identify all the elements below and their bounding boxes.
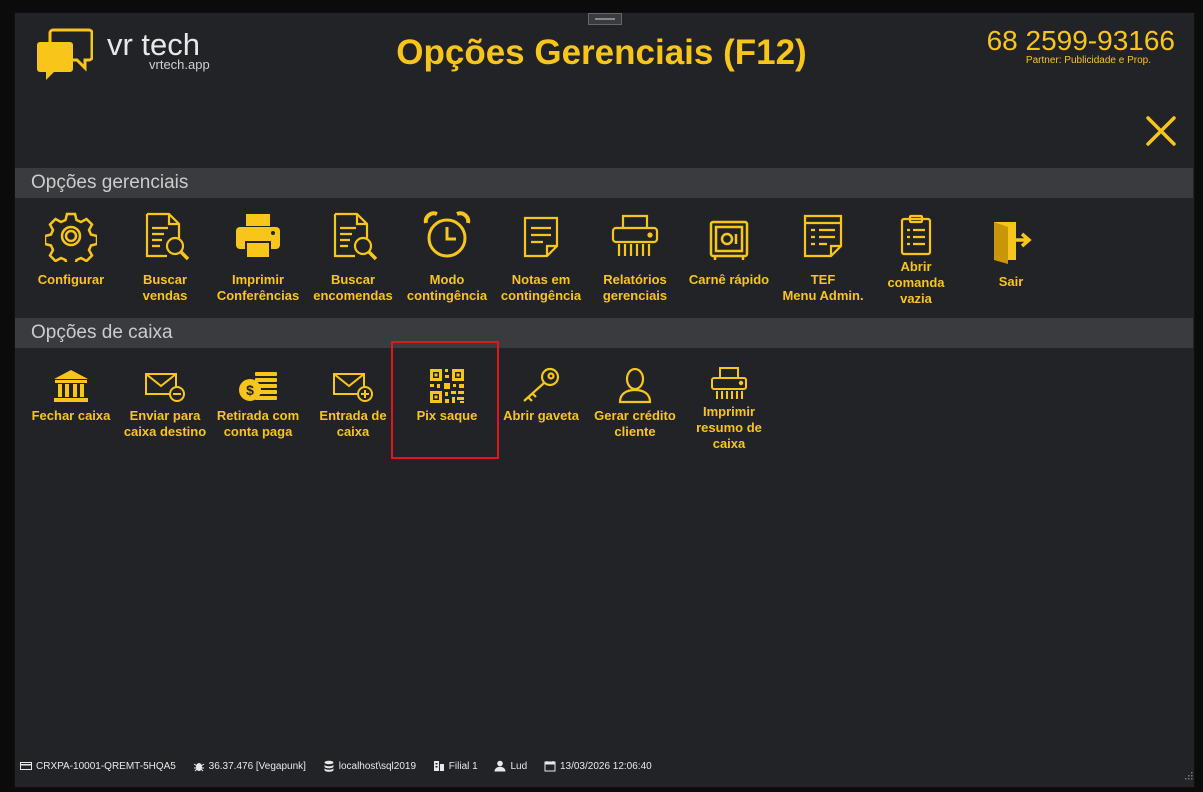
tile-label: Configurar [37, 272, 105, 287]
document-search-icon [145, 212, 190, 261]
coins-icon: $ [239, 372, 277, 401]
tile-label: Buscar encomendas [313, 272, 393, 303]
close-cashier-button[interactable]: Fechar caixa [24, 368, 118, 424]
tile-label: Carnê rápido [688, 272, 770, 287]
tile-label: Abrir comanda vazia [887, 259, 945, 306]
calendar-icon [544, 761, 556, 772]
status-datetime: 13/03/2026 12:06:40 [544, 758, 652, 776]
tile-label: Notas em contingência [500, 272, 582, 303]
document-search-icon [333, 212, 378, 261]
tef-admin-menu-button[interactable]: TEF Menu Admin. [776, 210, 870, 304]
partner-label: Partner: Publicidade e Prop. [1025, 55, 1151, 66]
key-icon [523, 367, 560, 402]
search-orders-button[interactable]: Buscar encomendas [306, 210, 400, 304]
open-empty-order-button[interactable]: Abrir comanda vazia [869, 214, 963, 307]
section-header-cashier: Opções de caixa [15, 318, 1193, 348]
svg-text:$: $ [246, 382, 254, 398]
status-terminal: CRXPA-10001-QREMT-5HQA5 [20, 758, 176, 776]
mail-plus-icon [333, 373, 373, 402]
tile-label: Entrada de caixa [319, 408, 387, 439]
tile-label: Imprimir resumo de caixa [696, 404, 762, 451]
gear-icon [45, 212, 97, 262]
statusbar: CRXPA-10001-QREMT-5HQA5 36.37.476 [Vegap… [20, 758, 666, 776]
datetime-text: 13/03/2026 12:06:40 [559, 761, 652, 772]
bug-icon [193, 763, 204, 772]
tile-label: Imprimir Conferências [216, 272, 300, 303]
exit-button[interactable]: Sair [964, 218, 1058, 290]
person-icon [494, 760, 506, 772]
print-cashier-summary-button[interactable]: Imprimir resumo de caixa [682, 366, 776, 452]
tile-label: Relatórios gerenciais [602, 272, 668, 303]
mail-minus-icon [145, 373, 185, 402]
building-icon [433, 761, 444, 771]
status-version: 36.37.476 [Vegapunk] [193, 758, 306, 776]
tile-label: Gerar crédito cliente [594, 408, 676, 439]
search-sales-button[interactable]: Buscar vendas [118, 210, 212, 304]
user-text: Lud [510, 761, 528, 772]
safe-icon [709, 220, 749, 260]
shredder-printer-icon [611, 214, 659, 256]
paid-account-withdrawal-button[interactable]: $ Retirada com conta paga [211, 368, 305, 440]
partner-phone: 68 2599-93166 [986, 25, 1175, 56]
tile-label: Sair [998, 274, 1024, 289]
pix-withdrawal-button[interactable]: Pix saque [400, 368, 494, 424]
send-to-destination-cashier-button[interactable]: Enviar para caixa destino [118, 368, 212, 440]
configure-button[interactable]: Configurar [24, 210, 118, 288]
database-text: localhost\sql2019 [338, 761, 417, 772]
tile-label: Enviar para caixa destino [123, 408, 207, 439]
open-drawer-button[interactable]: Abrir gaveta [494, 366, 588, 424]
list-document-icon [803, 214, 843, 258]
window-drag-handle[interactable] [588, 13, 622, 25]
notes-icon [523, 216, 559, 258]
tile-label: Modo contingência [406, 272, 488, 303]
status-branch: Filial 1 [433, 758, 478, 776]
card-icon [20, 762, 32, 770]
tile-label: Abrir gaveta [503, 408, 579, 423]
print-conferences-button[interactable]: Imprimir Conferências [211, 210, 305, 304]
user-icon [618, 367, 652, 404]
branch-text: Filial 1 [448, 761, 478, 772]
cash-entry-button[interactable]: Entrada de caixa [306, 368, 400, 440]
status-database: localhost\sql2019 [323, 758, 416, 776]
qr-code-icon [430, 369, 464, 403]
printer-icon [236, 214, 280, 259]
shredder-printer-icon [711, 367, 747, 399]
contingency-notes-button[interactable]: Notas em contingência [494, 210, 588, 304]
tile-label: Pix saque [416, 408, 478, 423]
tile-label: TEF Menu Admin. [782, 272, 864, 303]
terminal-id: CRXPA-10001-QREMT-5HQA5 [36, 761, 176, 772]
section-header-management: Opções gerenciais [15, 168, 1193, 198]
alarm-clock-icon [423, 211, 471, 258]
tile-label: Fechar caixa [31, 408, 111, 423]
generate-client-credit-button[interactable]: Gerar crédito cliente [588, 366, 682, 440]
exit-door-icon [994, 222, 1032, 264]
clipboard-icon [900, 214, 932, 256]
bank-icon [54, 370, 88, 402]
contingency-mode-button[interactable]: Modo contingência [400, 210, 494, 304]
close-icon[interactable] [1143, 113, 1179, 149]
status-user: Lud [494, 758, 527, 776]
database-icon [324, 760, 334, 772]
resize-grip-icon[interactable] [1183, 770, 1193, 780]
management-reports-button[interactable]: Relatórios gerenciais [588, 210, 682, 304]
version-text: 36.37.476 [Vegapunk] [208, 761, 306, 772]
quick-carne-button[interactable]: Carnê rápido [682, 218, 776, 288]
tile-label: Retirada com conta paga [216, 408, 300, 439]
tile-label: Buscar vendas [142, 272, 188, 303]
